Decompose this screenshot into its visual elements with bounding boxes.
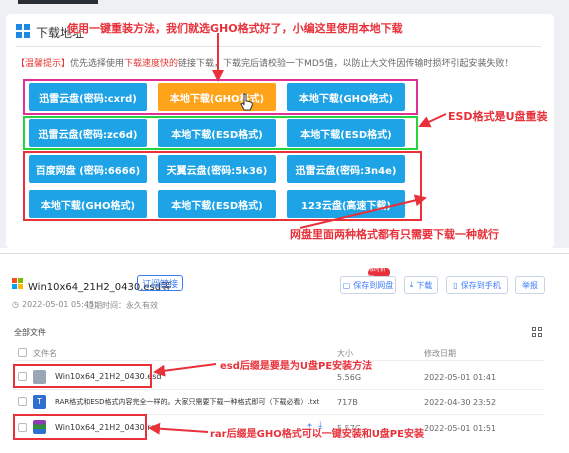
annotation-arrows	[148, 33, 447, 435]
arrow-esd-usb	[418, 113, 447, 128]
arrow-esd-file	[153, 363, 217, 377]
arrow-netdisk	[299, 194, 427, 229]
arrow-rar-file	[148, 422, 209, 435]
